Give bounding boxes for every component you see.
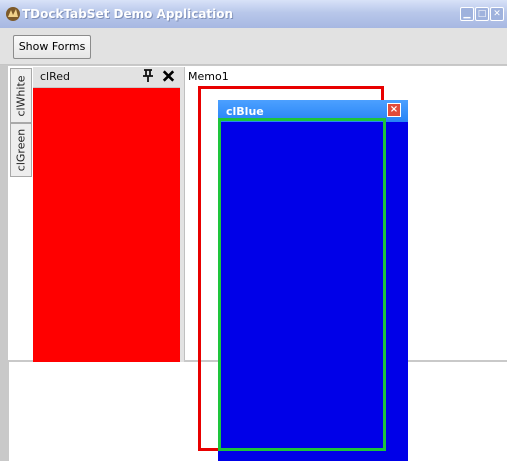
memo-text: Memo1 — [188, 70, 229, 83]
tab-label: clWhite — [14, 74, 28, 117]
tab-clgreen[interactable]: clGreen — [10, 123, 32, 177]
show-forms-button[interactable]: Show Forms — [13, 35, 91, 59]
close-icon[interactable]: × — [387, 103, 401, 117]
tab-clwhite[interactable]: clWhite — [10, 68, 32, 123]
maximize-icon[interactable]: □ — [475, 7, 489, 21]
floating-form-title: clBlue — [226, 105, 264, 118]
close-icon[interactable]: ✕ — [490, 7, 504, 21]
close-icon[interactable] — [160, 67, 177, 85]
minimize-icon[interactable]: ▁ — [460, 7, 474, 21]
window-title: TDockTabSet Demo Application — [22, 7, 234, 21]
pin-icon[interactable] — [141, 68, 155, 84]
tab-label: clGreen — [14, 128, 28, 172]
docked-form-content — [33, 88, 180, 362]
green-outline — [218, 118, 386, 451]
desktop-edge — [0, 362, 9, 461]
app-icon — [6, 7, 20, 21]
docked-form-caption: clRed — [40, 70, 71, 83]
